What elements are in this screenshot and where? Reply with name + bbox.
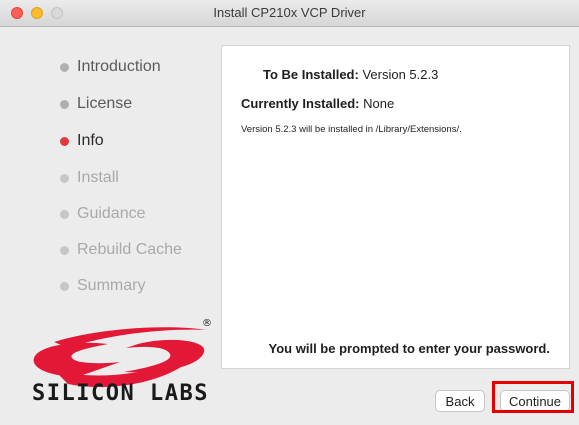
currently-installed-value: None (363, 96, 395, 111)
window-title: Install CP210x VCP Driver (213, 5, 366, 20)
step-rebuild-cache: Rebuild Cache (60, 241, 182, 259)
current-step-dot-icon (60, 136, 69, 146)
step-install: Install (60, 169, 119, 187)
brand-logo-text: SILICON LABS (32, 381, 209, 406)
step-label: Info (77, 132, 104, 149)
step-dot-icon (60, 173, 69, 183)
step-license: License (60, 95, 132, 113)
step-dot-icon (60, 281, 69, 291)
to-be-installed-label: To Be Installed: (263, 67, 359, 82)
step-summary: Summary (60, 277, 145, 295)
title-bar: Install CP210x VCP Driver (0, 0, 579, 27)
continue-button[interactable]: Continue (500, 390, 570, 412)
currently-installed-label: Currently Installed: (241, 96, 360, 111)
step-introduction: Introduction (60, 58, 161, 76)
registered-mark: ® (202, 318, 212, 329)
back-button[interactable]: Back (435, 390, 485, 412)
step-label: Rebuild Cache (77, 241, 182, 258)
step-dot-icon (60, 209, 69, 219)
currently-installed-row: Currently Installed: None (241, 96, 394, 111)
to-be-installed-value: Version 5.2.3 (362, 67, 439, 82)
step-info: Info (60, 132, 104, 150)
step-dot-icon (60, 62, 69, 72)
step-label: Introduction (77, 58, 161, 75)
installer-window: Install CP210x VCP Driver Introduction L… (0, 0, 579, 425)
info-panel: To Be Installed: Version 5.2.3 Currently… (221, 45, 570, 369)
step-label: Summary (77, 277, 146, 294)
to-be-installed-row: To Be Installed: Version 5.2.3 (263, 67, 438, 82)
step-dot-icon (60, 99, 69, 109)
step-label: Guidance (77, 205, 146, 222)
step-dot-icon (60, 245, 69, 255)
password-prompt: You will be prompted to enter your passw… (268, 341, 550, 356)
step-guidance: Guidance (60, 205, 146, 223)
step-label: License (77, 95, 133, 112)
install-location-note: Version 5.2.3 will be installed in /Libr… (241, 124, 462, 135)
step-label: Install (77, 169, 119, 186)
